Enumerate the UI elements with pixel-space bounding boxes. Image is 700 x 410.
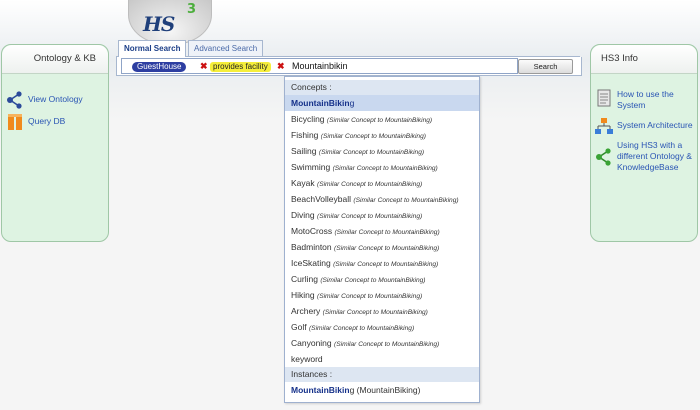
- similar-note: (Similar Concept to MountainBiking): [317, 213, 423, 220]
- tab-advanced-search[interactable]: Advanced Search: [188, 40, 264, 56]
- suggestion-keyword[interactable]: keyword: [285, 351, 479, 367]
- query-db-link[interactable]: Query DB: [6, 113, 65, 131]
- suggestion-item[interactable]: MotoCross (Similar Concept to MountainBi…: [285, 223, 479, 239]
- similar-note: (Similar Concept to MountainBiking): [317, 293, 423, 300]
- suggestion-item[interactable]: Bicycling (Similar Concept to MountainBi…: [285, 111, 479, 127]
- suggestion-item[interactable]: IceSkating (Similar Concept to MountainB…: [285, 255, 479, 271]
- typed-query: Mountainbikin: [292, 61, 348, 71]
- suggestion-label: MotoCross: [291, 226, 333, 236]
- suggestion-item[interactable]: Archery (Similar Concept to MountainBiki…: [285, 303, 479, 319]
- guesthouse-chip[interactable]: GuestHouse: [132, 62, 187, 72]
- similar-note: (Similar Concept to MountainBiking): [318, 149, 425, 156]
- share-network-icon: [7, 91, 22, 109]
- suggestion-label: Bicycling: [291, 114, 325, 124]
- search-tabs: Normal Search Advanced Search: [116, 40, 580, 57]
- suggestion-label: Archery: [291, 306, 321, 316]
- suggestion-item[interactable]: Diving (Similar Concept to MountainBikin…: [285, 207, 479, 223]
- suggestion-label: Badminton: [291, 242, 332, 252]
- database-icon: [8, 114, 22, 130]
- suggestion-item[interactable]: Canyoning (Similar Concept to MountainBi…: [285, 335, 479, 351]
- suggestion-mountainbiking[interactable]: MountainBiking: [285, 95, 479, 111]
- suggestion-label: BeachVolleyball: [291, 194, 352, 204]
- tab-normal-search[interactable]: Normal Search: [118, 40, 187, 57]
- rest-text: g: [349, 98, 355, 108]
- similar-note: (Similar Concept to MountainBiking): [334, 341, 440, 348]
- query-db-label: Query DB: [28, 116, 66, 126]
- panel-title: Ontology & KB: [2, 45, 108, 74]
- system-architecture-link[interactable]: System Architecture: [595, 117, 693, 135]
- match-text: MountainBikin: [291, 98, 350, 108]
- similar-note: (Similar Concept to MountainBiking): [317, 181, 423, 188]
- similar-note: (Similar Concept to MountainBiking): [320, 133, 426, 140]
- suggestion-item[interactable]: Kayak (Similar Concept to MountainBiking…: [285, 175, 479, 191]
- similar-note: (Similar Concept to MountainBiking): [326, 117, 433, 124]
- suggestion-item[interactable]: Swimming (Similar Concept to MountainBik…: [285, 159, 479, 175]
- hs3-info-panel: HS3 Info How to use the System System Ar…: [590, 44, 698, 242]
- similar-note: (Similar Concept to MountainBiking): [334, 245, 440, 252]
- view-ontology-label: View Ontology: [28, 94, 83, 104]
- suggestion-label: Fishing: [291, 130, 319, 140]
- suggestion-label: Golf: [291, 322, 307, 332]
- search-input[interactable]: GuestHouse ✖ provides facility ✖ Mountai…: [121, 58, 518, 74]
- ontology-kb-panel: Ontology & KB View Ontology Query DB: [1, 44, 109, 242]
- suggestion-list: Bicycling (Similar Concept to MountainBi…: [285, 111, 479, 351]
- suggestion-label: Diving: [291, 210, 315, 220]
- suggestion-label: Hiking: [291, 290, 315, 300]
- autocomplete-dropdown: Concepts : MountainBiking Bicycling (Sim…: [284, 76, 480, 403]
- similar-note: (Similar Concept to MountainBiking): [353, 197, 459, 204]
- suggestion-item[interactable]: Curling (Similar Concept to MountainBiki…: [285, 271, 479, 287]
- search-button[interactable]: Search: [518, 59, 573, 74]
- search-bar: GuestHouse ✖ provides facility ✖ Mountai…: [116, 57, 582, 76]
- suggestion-item[interactable]: Hiking (Similar Concept to MountainBikin…: [285, 287, 479, 303]
- different-ontology-link[interactable]: Using HS3 with a different Ontology & Kn…: [595, 140, 697, 173]
- hierarchy-icon: [595, 118, 613, 134]
- similar-note: (Similar Concept to MountainBiking): [332, 165, 438, 172]
- concepts-header: Concepts :: [285, 80, 479, 95]
- similar-note: (Similar Concept to MountainBiking): [320, 277, 426, 284]
- how-to-use-link[interactable]: How to use the System: [595, 89, 695, 111]
- suggestion-label: Sailing: [291, 146, 317, 156]
- similar-note: (Similar Concept to MountainBiking): [333, 261, 439, 268]
- suggestion-item[interactable]: Fishing (Similar Concept to MountainBiki…: [285, 127, 479, 143]
- system-architecture-label: System Architecture: [617, 120, 693, 130]
- remove-chip-icon[interactable]: ✖: [277, 61, 285, 72]
- how-to-use-label: How to use the System: [617, 89, 674, 110]
- suggestion-item[interactable]: BeachVolleyball (Similar Concept to Moun…: [285, 191, 479, 207]
- provides-facility-chip[interactable]: provides facility: [210, 62, 271, 72]
- similar-note: (Similar Concept to MountainBiking): [308, 325, 415, 332]
- instance-note: (MountainBiking): [354, 385, 421, 395]
- similar-note: (Similar Concept to MountainBiking): [322, 309, 428, 316]
- match-text: MountainBikin: [291, 385, 350, 395]
- manual-icon: [597, 89, 611, 107]
- panel-title: HS3 Info: [591, 45, 697, 74]
- instances-header: Instances :: [285, 367, 479, 382]
- suggestion-label: IceSkating: [291, 258, 331, 268]
- suggestion-label: Swimming: [291, 162, 331, 172]
- view-ontology-link[interactable]: View Ontology: [6, 91, 83, 109]
- suggestion-label: Kayak: [291, 178, 315, 188]
- instance-mountainbiking[interactable]: MountainBiking (MountainBiking): [285, 382, 479, 398]
- suggestion-item[interactable]: Badminton (Similar Concept to MountainBi…: [285, 239, 479, 255]
- suggestion-item[interactable]: Golf (Similar Concept to MountainBiking): [285, 319, 479, 335]
- logo-superscript: 3: [187, 2, 197, 17]
- suggestion-item[interactable]: Sailing (Similar Concept to MountainBiki…: [285, 143, 479, 159]
- suggestion-label: Curling: [291, 274, 318, 284]
- suggestion-label: Canyoning: [291, 338, 332, 348]
- logo-text: HS: [143, 12, 175, 36]
- remove-chip-icon[interactable]: ✖: [200, 61, 208, 72]
- similar-note: (Similar Concept to MountainBiking): [334, 229, 440, 236]
- share-network-icon: [596, 148, 611, 166]
- different-ontology-label: Using HS3 with a different Ontology & Kn…: [617, 140, 692, 172]
